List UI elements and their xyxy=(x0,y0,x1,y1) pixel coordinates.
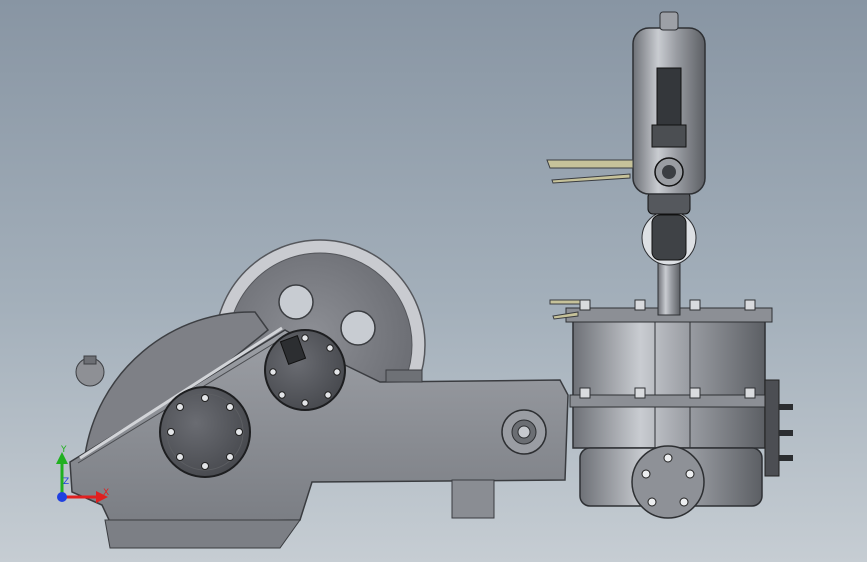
frame-foot xyxy=(451,479,495,519)
pinion-bearing-cover xyxy=(264,329,346,411)
x-axis-label: X xyxy=(103,488,109,498)
discharge-manifold xyxy=(764,379,780,477)
top-lug xyxy=(385,369,423,383)
pipe-union xyxy=(647,191,691,215)
main-bearing-cover xyxy=(159,386,251,478)
manifold-studs xyxy=(779,404,793,461)
flywheel-hole xyxy=(278,284,314,320)
suction-flange[interactable] xyxy=(631,445,705,519)
pulsation-dampener[interactable] xyxy=(632,11,706,195)
cad-viewport[interactable]: Y X Z xyxy=(0,0,867,562)
mounting-brackets xyxy=(546,159,634,320)
middle-flange xyxy=(569,394,769,408)
flywheel-hole xyxy=(340,310,376,346)
y-axis-label: Y xyxy=(60,445,67,455)
z-axis-dot xyxy=(57,492,67,502)
pump-assembly-model[interactable]: Y X Z xyxy=(0,0,867,562)
crosshead-port xyxy=(501,409,547,455)
z-axis-label: Z xyxy=(63,477,69,487)
discharge-pipe[interactable] xyxy=(641,191,697,316)
charging-valve xyxy=(659,11,679,31)
